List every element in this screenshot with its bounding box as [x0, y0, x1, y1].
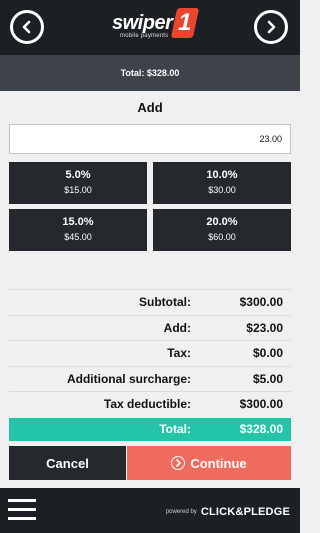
summary-row-surcharge: Additional surcharge: $5.00	[9, 365, 291, 392]
tip-option-15[interactable]: 15.0% $45.00	[9, 209, 147, 251]
tip-option-10[interactable]: 10.0% $30.00	[153, 162, 291, 204]
summary-row-tax-deductible: Tax deductible: $300.00	[9, 391, 291, 417]
hamburger-menu-icon[interactable]	[8, 499, 36, 523]
chevron-right-circle-icon	[171, 456, 186, 470]
continue-label: Continue	[190, 455, 247, 471]
summary-label: Subtotal:	[139, 295, 191, 309]
powered-by: powered by CLICK&PLEDGE	[166, 506, 290, 518]
tip-percent: 15.0%	[62, 216, 94, 228]
tip-percent: 10.0%	[206, 169, 238, 181]
summary-label: Tax deductible:	[103, 397, 191, 412]
summary-table: Subtotal: $300.00 Add: $23.00 Tax: $0.00…	[9, 289, 291, 417]
summary-value: $5.00	[252, 371, 283, 386]
powered-by-text: powered by	[165, 509, 197, 515]
tip-option-20[interactable]: 20.0% $60.00	[153, 209, 291, 251]
tip-amount: $15.00	[64, 185, 92, 195]
tip-option-5[interactable]: 5.0% $15.00	[9, 162, 147, 204]
logo-tagline: mobile payments	[120, 33, 169, 39]
tip-amount: $45.00	[64, 232, 92, 242]
cancel-label: Cancel	[46, 455, 89, 471]
summary-row-add: Add: $23.00	[9, 314, 291, 341]
bottom-bar: powered by CLICK&PLEDGE	[0, 488, 300, 533]
clickandpledge-logo: CLICK&PLEDGE	[200, 506, 290, 518]
continue-button[interactable]: Continue	[127, 446, 291, 480]
summary-value: $0.00	[252, 346, 283, 361]
cancel-button[interactable]: Cancel	[9, 446, 126, 480]
back-button[interactable]	[10, 10, 44, 44]
chevron-right-icon	[267, 20, 276, 34]
total-banner: Total: $328.00	[0, 55, 300, 91]
summary-value: $300.00	[239, 295, 283, 309]
forward-button[interactable]	[254, 10, 288, 44]
add-title: Add	[137, 100, 163, 115]
total-row: Total: $328.00	[9, 418, 291, 441]
summary-label: Additional surcharge:	[66, 371, 191, 386]
add-amount-input[interactable]	[9, 124, 291, 154]
summary-value: $300.00	[239, 397, 283, 412]
chevron-left-icon	[22, 20, 31, 34]
total-value: $328.00	[239, 422, 283, 436]
tip-percent: 20.0%	[206, 216, 238, 228]
total-label: Total:	[159, 422, 191, 436]
logo-number: 1	[170, 8, 200, 38]
summary-label: Tax:	[167, 346, 191, 361]
summary-label: Add:	[163, 320, 191, 335]
logo-text: swiper	[112, 12, 173, 34]
tip-amount: $60.00	[208, 232, 236, 242]
top-bar: swiper 1 mobile payments	[0, 0, 300, 55]
swiper-logo: swiper 1 mobile payments	[112, 8, 212, 44]
summary-value: $23.00	[246, 320, 283, 335]
summary-row-tax: Tax: $0.00	[9, 340, 291, 366]
tip-amount: $30.00	[208, 185, 236, 195]
summary-row-subtotal: Subtotal: $300.00	[9, 289, 291, 315]
tip-percent: 5.0%	[65, 169, 91, 181]
